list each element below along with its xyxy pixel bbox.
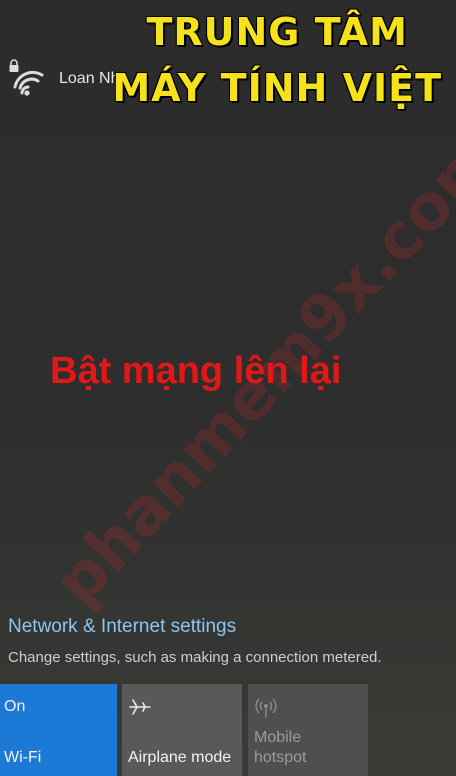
- lock-icon: [9, 59, 19, 72]
- wifi-secured-icon: [8, 59, 46, 99]
- network-internet-settings-link[interactable]: Network & Internet settings: [8, 616, 236, 638]
- quick-actions: On Wi-Fi Airplane mode Mobile hotspot: [0, 684, 456, 776]
- overlay-title: TRUNG TÂM MÁY TÍNH VIỆT: [112, 4, 442, 116]
- wifi-state-label: On: [4, 698, 26, 715]
- settings-description: Change settings, such as making a connec…: [8, 649, 382, 666]
- hotspot-icon: [254, 696, 278, 725]
- overlay-title-line-1: TRUNG TÂM: [146, 10, 408, 54]
- wifi-toggle-tile[interactable]: On Wi-Fi: [0, 684, 117, 776]
- hotspot-tile-label: Mobile hotspot: [254, 728, 306, 768]
- hotspot-label-line-1: Mobile: [254, 729, 302, 746]
- mobile-hotspot-tile[interactable]: Mobile hotspot: [248, 684, 368, 776]
- wifi-tile-label: Wi-Fi: [4, 749, 42, 766]
- overlay-title-line-2: MÁY TÍNH VIỆT: [112, 66, 442, 110]
- hotspot-label-line-2: hotspot: [254, 749, 307, 766]
- airplane-tile-label: Airplane mode: [128, 749, 232, 766]
- overlay-caption: Bật mạng lên lại: [50, 350, 342, 392]
- watermark: phanmem9x.com: [40, 119, 456, 621]
- airplane-mode-tile[interactable]: Airplane mode: [122, 684, 242, 776]
- airplane-icon: [128, 696, 152, 723]
